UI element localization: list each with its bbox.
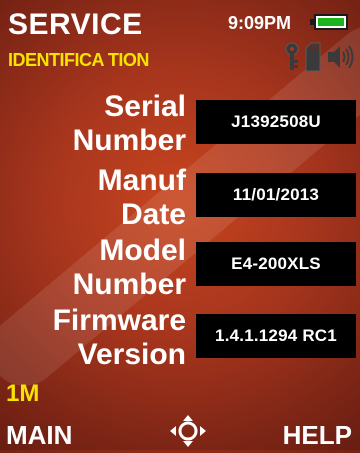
manuf-date-label: Manuf Date bbox=[97, 164, 186, 231]
page-title: SERVICE bbox=[8, 8, 143, 41]
help-button[interactable]: HELP bbox=[283, 420, 352, 451]
navigation-pad-icon[interactable] bbox=[168, 414, 208, 448]
sd-card-icon bbox=[304, 42, 322, 77]
serial-number-label: Serial Number bbox=[72, 90, 186, 157]
clock: 9:09PM bbox=[228, 13, 292, 33]
page-subtitle: IDENTIFICA TION bbox=[8, 50, 149, 70]
serial-number-value: J1392508U bbox=[196, 100, 356, 144]
speaker-icon bbox=[326, 42, 354, 77]
main-button[interactable]: MAIN bbox=[6, 420, 72, 451]
firmware-version-label: Firmware Version bbox=[52, 304, 186, 371]
key-icon bbox=[284, 42, 300, 77]
mode-label: 1M bbox=[6, 380, 40, 407]
firmware-version-value: 1.4.1.1294 RC1 bbox=[196, 314, 356, 358]
model-number-value: E4-200XLS bbox=[196, 242, 356, 286]
battery-full-icon bbox=[310, 14, 348, 30]
model-number-label: Model Number bbox=[72, 234, 186, 301]
manuf-date-value: 11/01/2013 bbox=[196, 173, 356, 217]
status-icons bbox=[280, 42, 356, 74]
